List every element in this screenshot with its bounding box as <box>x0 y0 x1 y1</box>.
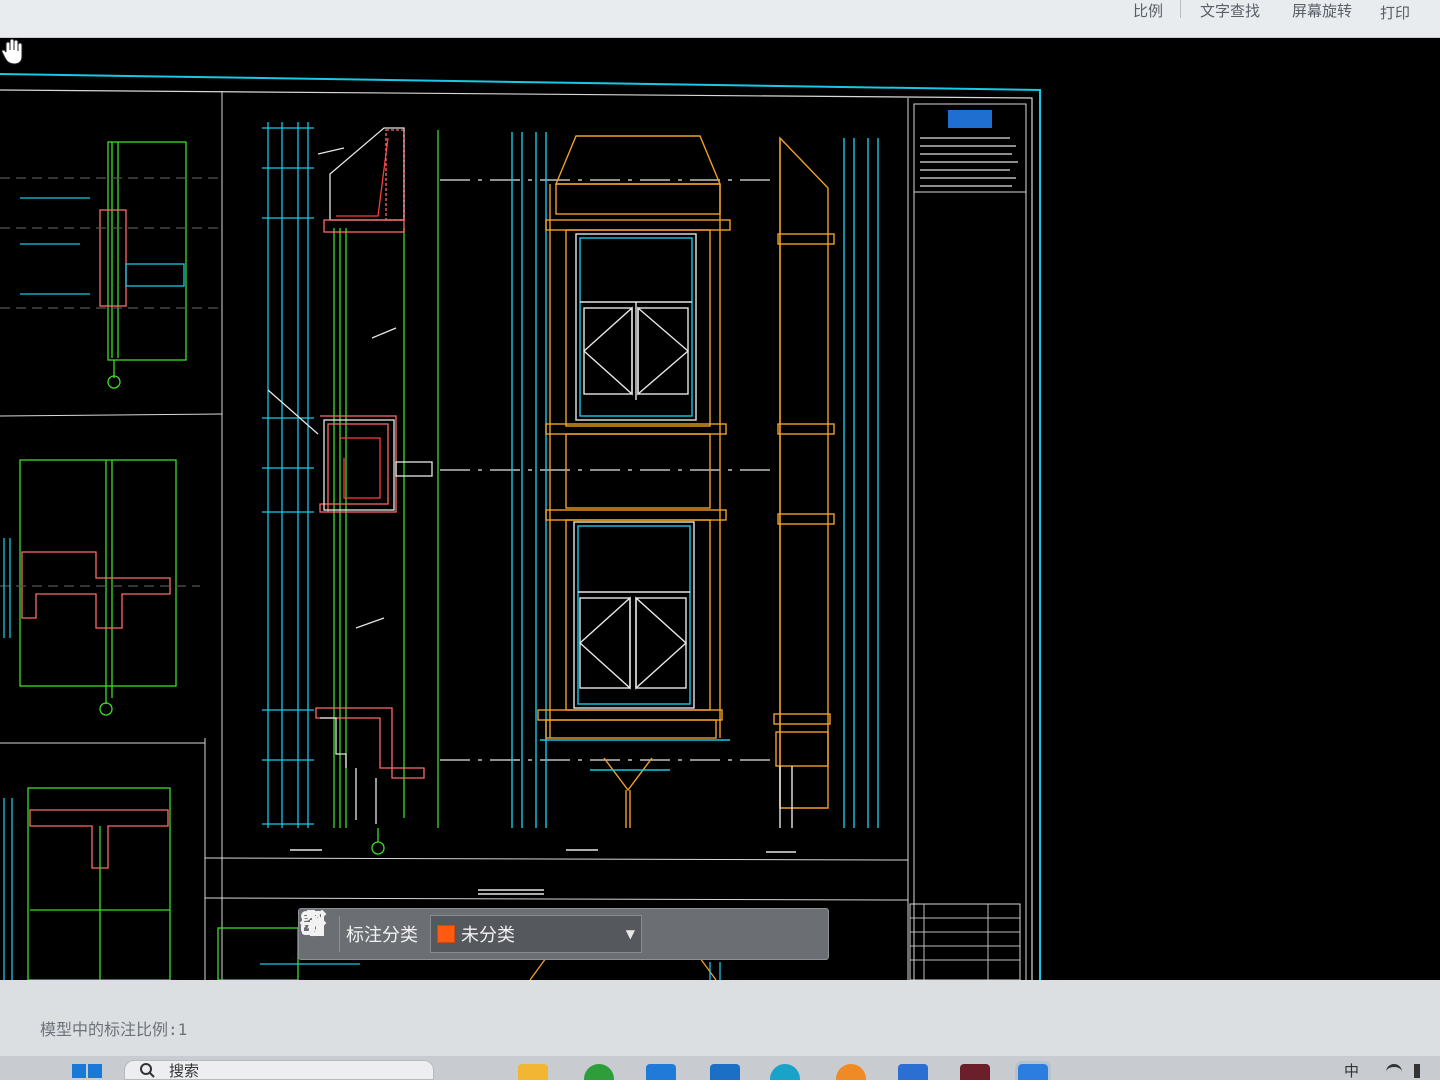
search-placeholder: 搜索 <box>169 1061 200 1080</box>
taskbar: 搜索 中 <box>0 1056 1440 1080</box>
volume-icon[interactable] <box>1414 1064 1428 1078</box>
app-icon[interactable] <box>898 1064 928 1080</box>
ime-indicator[interactable]: 中 <box>1344 1060 1359 1080</box>
edit-icon[interactable] <box>302 909 692 954</box>
scale-tool[interactable]: 比例 <box>1133 0 1163 21</box>
app-icon[interactable] <box>960 1064 990 1080</box>
toolbar-separator <box>1180 0 1181 18</box>
annotation-scale-text: 模型中的标注比例:1 <box>40 1020 188 1039</box>
mail-icon[interactable] <box>646 1064 676 1080</box>
file-explorer-icon[interactable] <box>518 1064 548 1080</box>
category-color-swatch <box>437 925 455 943</box>
vscode-icon[interactable] <box>710 1064 740 1080</box>
search-icon <box>140 1063 155 1078</box>
taskbar-search[interactable]: 搜索 <box>124 1060 434 1080</box>
print-tool[interactable]: 打印 <box>1380 2 1410 23</box>
screen-rotate-tool[interactable]: 屏幕旋转 <box>1292 0 1352 21</box>
paste-icon[interactable] <box>302 910 812 954</box>
status-bar: 模型中的标注比例:1 <box>0 980 1440 1056</box>
start-icon[interactable] <box>70 1062 104 1080</box>
cad-drawing <box>0 73 1041 980</box>
firefox-icon[interactable] <box>836 1064 866 1080</box>
category-label: 标注分类 <box>346 925 418 946</box>
cad-app-icon[interactable] <box>1015 1061 1051 1080</box>
drawing-canvas[interactable]: 标注分类 未分类 ▼ <box>0 38 1440 980</box>
chevron-down-icon: ▼ <box>625 927 635 941</box>
pan-hand-icon <box>1 38 23 65</box>
category-select[interactable]: 未分类 ▼ <box>430 915 642 953</box>
category-value: 未分类 <box>461 925 515 946</box>
xbox-icon[interactable] <box>584 1064 614 1080</box>
move-icon[interactable] <box>299 909 732 954</box>
text-search-tool[interactable]: 文字查找 <box>1200 0 1260 21</box>
top-toolbar: 比例 文字查找 屏幕旋转 打印 <box>0 0 1440 38</box>
annotation-toolbar: 标注分类 未分类 ▼ <box>298 908 829 960</box>
copy-icon[interactable] <box>302 912 772 954</box>
wifi-icon[interactable] <box>1386 1064 1402 1078</box>
edge-icon[interactable] <box>770 1064 800 1080</box>
